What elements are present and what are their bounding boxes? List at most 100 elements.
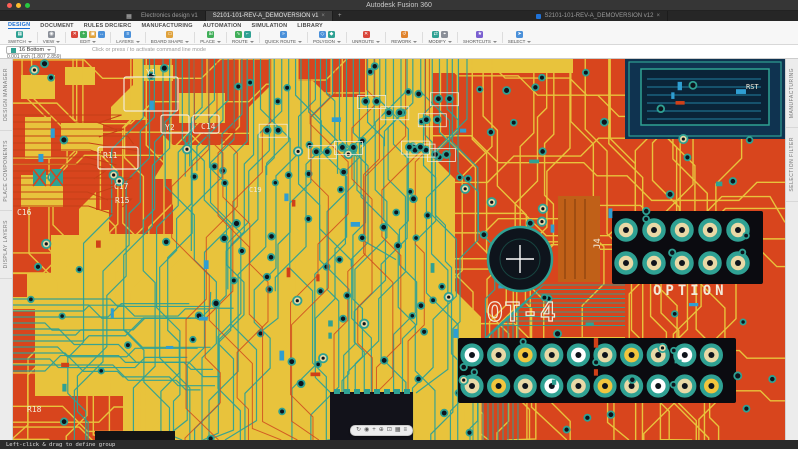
ribbon-group-switch[interactable]: ▦ SWITCH xyxy=(4,30,36,44)
close-tab-icon[interactable]: × xyxy=(321,13,325,19)
ribbon-group-unroute[interactable]: ✕ UNROUTE xyxy=(348,30,384,44)
menu-automation[interactable]: AUTOMATION xyxy=(203,23,242,29)
via xyxy=(234,82,243,91)
ribbon-group-place[interactable]: ⊞ PLACE xyxy=(196,30,225,44)
via xyxy=(343,291,352,300)
smd-pad xyxy=(110,308,114,318)
rework-icon[interactable]: ↺ xyxy=(400,30,408,38)
ribbon-group-edit[interactable]: ✕ + ▣ ↔ EDIT xyxy=(67,30,109,44)
via xyxy=(439,408,449,418)
polygon-icon[interactable]: ◇ xyxy=(318,30,326,38)
move-icon[interactable]: ⇄ xyxy=(432,30,440,38)
tab-demoversion-v1[interactable]: S2101-101-REV-A_DEMOVERSION v1 × xyxy=(205,11,333,21)
grid-settings-icon[interactable]: ≡ xyxy=(404,426,408,435)
view-eye-icon[interactable]: ◉ xyxy=(48,30,55,38)
maximize-window-icon[interactable] xyxy=(25,3,30,8)
via xyxy=(688,80,698,90)
ribbon-group-select[interactable]: ➤ SELECT xyxy=(504,30,536,44)
via xyxy=(476,85,484,93)
smd-pad xyxy=(460,128,467,133)
panel-tab-design-manager[interactable]: DESIGN MANAGER xyxy=(0,59,12,131)
ribbon-group-view[interactable]: ◉ VIEW xyxy=(39,30,65,44)
via xyxy=(219,233,229,243)
via xyxy=(438,282,446,291)
new-tab-button[interactable]: + xyxy=(333,11,347,21)
via xyxy=(296,379,306,388)
via xyxy=(670,346,678,355)
route-signal-icon[interactable]: ⌐ xyxy=(243,30,251,38)
via xyxy=(519,338,527,346)
display-settings-icon[interactable]: ▦ xyxy=(395,426,401,435)
ribbon-group-layers[interactable]: ≡ LAYERS xyxy=(112,30,143,44)
add-icon[interactable]: + xyxy=(80,30,88,38)
panel-tab-manufacturing[interactable]: MANUFACTURING xyxy=(786,59,798,129)
via xyxy=(668,248,677,257)
quick-route-icon[interactable]: » xyxy=(279,30,287,38)
window-controls[interactable] xyxy=(7,3,30,8)
change-icon[interactable]: ▣ xyxy=(89,30,97,38)
divider xyxy=(456,31,458,43)
navigation-toolbar[interactable]: ↻ ◉ + ⊕ ⊡ ▦ ≡ xyxy=(350,425,414,436)
layers-icon[interactable]: ≡ xyxy=(124,30,132,38)
smd-pad xyxy=(593,369,598,376)
smd-pad xyxy=(585,322,594,327)
fit-icon[interactable]: ⊡ xyxy=(387,426,392,435)
look-at-icon[interactable]: ◉ xyxy=(364,426,369,435)
command-line-hint[interactable]: Click or press / to activate command lin… xyxy=(92,47,206,53)
layer-select[interactable]: 16 Bottom xyxy=(6,46,57,54)
silkscreen-label: OT-4 xyxy=(487,298,558,328)
app-grid-icon[interactable]: ▦ xyxy=(124,11,134,21)
smd-pad xyxy=(96,240,101,248)
menu-design[interactable]: DESIGN xyxy=(8,22,31,29)
delete-icon[interactable]: ✕ xyxy=(71,30,79,38)
route-manual-icon[interactable]: ∿ xyxy=(234,30,242,38)
ribbon-group-shortcuts[interactable]: ★ SHORTCUTS xyxy=(459,30,501,44)
board-shape-icon[interactable]: ▭ xyxy=(166,30,174,38)
orbit-icon[interactable]: ↻ xyxy=(356,426,361,435)
menu-rules-drc-erc[interactable]: RULES DRC/ERC xyxy=(84,23,132,29)
menu-document[interactable]: DOCUMENT xyxy=(40,23,73,29)
via xyxy=(370,62,379,71)
via xyxy=(538,73,546,82)
panel-tab-place-components[interactable]: PLACE COMPONENTS xyxy=(0,131,12,212)
group-label: POLYGON xyxy=(313,39,335,44)
close-window-icon[interactable] xyxy=(7,3,12,8)
via xyxy=(379,356,389,365)
polygon-pour-icon[interactable]: ◆ xyxy=(327,30,335,38)
menu-library[interactable]: LIBRARY xyxy=(297,23,323,29)
panel-tab-display-layers[interactable]: DISPLAY LAYERS xyxy=(0,211,12,279)
replace-icon[interactable]: ↔ xyxy=(98,30,106,38)
minimize-window-icon[interactable] xyxy=(16,3,21,8)
close-tab-icon[interactable]: × xyxy=(656,13,660,19)
via xyxy=(284,171,293,180)
document-tab-bar: ▦ Electronics design v1 S2101-101-REV-A_… xyxy=(0,11,798,21)
ribbon-group-board-shape[interactable]: ▭ BOARD SHAPE xyxy=(147,30,194,44)
tab-design[interactable]: Electronics design v1 xyxy=(134,11,206,21)
select-icon[interactable]: ➤ xyxy=(516,30,524,38)
via xyxy=(366,67,375,76)
shortcuts-icon[interactable]: ★ xyxy=(476,30,484,38)
place-component-icon[interactable]: ⊞ xyxy=(207,30,215,38)
via xyxy=(232,219,241,228)
silkscreen-label: OPTION xyxy=(653,283,728,299)
ribbon-group-route[interactable]: ∿ ⌐ ROUTE xyxy=(228,30,258,44)
pan-icon[interactable]: + xyxy=(372,426,376,435)
zoom-icon[interactable]: ⊕ xyxy=(379,426,384,435)
via xyxy=(267,253,276,262)
smd-pad xyxy=(50,128,55,138)
smd-pad xyxy=(331,117,341,123)
menu-simulation[interactable]: SIMULATION xyxy=(251,23,287,29)
switch-board-icon[interactable]: ▦ xyxy=(16,30,24,38)
ribbon-group-modify[interactable]: ⇄ ⌖ MODIFY xyxy=(424,30,456,44)
align-icon[interactable]: ⌖ xyxy=(441,30,449,38)
unroute-icon[interactable]: ✕ xyxy=(362,30,370,38)
smd-pad xyxy=(551,379,557,385)
ribbon-group-quick-route[interactable]: » QUICK ROUTE xyxy=(261,30,306,44)
ribbon-group-polygon[interactable]: ◇ ◆ POLYGON xyxy=(309,30,345,44)
panel-tab-selection-filter[interactable]: SELECTION FILTER xyxy=(786,128,798,202)
document-icon xyxy=(536,13,542,19)
tab-demoversion-v12[interactable]: S2101-101-REV-A_DEMOVERSION v12 × xyxy=(529,11,668,21)
ribbon-group-rework[interactable]: ↺ REWORK xyxy=(387,30,421,44)
pcb-canvas[interactable]: Y1 Y2 C14 R11 C17 R15 C16 C19 R18 RST J4 OPTION OT-4 xyxy=(13,59,785,440)
menu-manufacturing[interactable]: MANUFACTURING xyxy=(142,23,193,29)
